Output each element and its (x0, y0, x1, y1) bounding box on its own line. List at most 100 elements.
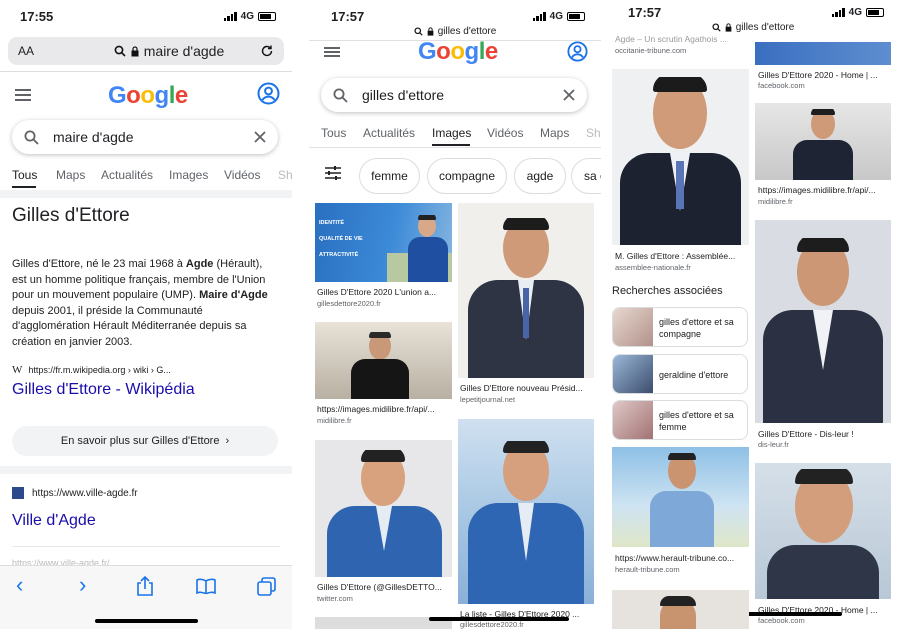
safari-toolbar: ‹ › (0, 565, 292, 629)
image-caption: https://images.midilibre.fr/api/... (758, 185, 876, 195)
result-url: https://www.ville-agde.fr (12, 487, 138, 499)
network-label: 4G (848, 6, 862, 18)
reload-icon[interactable] (260, 44, 274, 58)
address-bar[interactable]: AA maire d'agde (8, 37, 284, 65)
home-indicator (429, 617, 569, 621)
image-source: occitanie-tribune.com (615, 46, 687, 55)
learn-more-button[interactable]: En savoir plus sur Gilles d'Ettore › (12, 426, 278, 456)
url-text: gilles d'ettore (735, 22, 795, 33)
battery-icon (567, 11, 585, 21)
tab-shopping[interactable]: Sh (586, 126, 601, 140)
lock-icon (427, 27, 434, 36)
chip-compagne[interactable]: compagne (427, 158, 507, 194)
menu-icon[interactable] (324, 47, 340, 57)
image-source: midilibre.fr (317, 416, 352, 425)
menu-icon[interactable] (15, 89, 31, 101)
account-icon[interactable] (257, 82, 280, 105)
wikipedia-link[interactable]: Gilles d'Ettore - Wikipédia (12, 381, 195, 399)
signal-icon (532, 11, 546, 21)
tab-videos[interactable]: Vidéos (487, 126, 540, 140)
image-result[interactable] (315, 322, 452, 399)
back-icon[interactable]: ‹ (16, 572, 23, 598)
compact-url-bar[interactable]: gilles d'ettore (606, 22, 900, 33)
clear-icon[interactable] (254, 131, 266, 143)
chip-femme[interactable]: femme (359, 158, 420, 194)
search-icon (24, 130, 39, 145)
active-tab-indicator (12, 186, 36, 188)
person-photo (650, 453, 714, 547)
google-logo: Google (418, 41, 498, 65)
image-source: midilibre.fr (758, 197, 793, 206)
search-box[interactable]: maire d'agde (12, 120, 278, 154)
status-time: 17:57 (628, 4, 662, 20)
tab-tous[interactable]: Tous (321, 126, 363, 140)
filter-icon[interactable] (325, 166, 341, 180)
tab-maps[interactable]: Maps (56, 168, 101, 182)
tab-shopping[interactable]: Sh (278, 168, 292, 182)
wikipedia-url: W https://fr.m.wikipedia.org › wiki › G.… (12, 364, 171, 376)
search-tabs: Tous Maps Actualités Images Vidéos Sh (12, 168, 292, 182)
chip-partial[interactable]: sa c (571, 158, 601, 194)
image-source: dis-leur.fr (758, 440, 789, 449)
lock-icon (725, 23, 732, 32)
related-search-item[interactable]: gilles d'ettore et sa femme (612, 400, 748, 440)
image-result[interactable] (755, 42, 891, 65)
account-icon[interactable] (567, 41, 588, 62)
tab-images[interactable]: Images (169, 168, 224, 182)
compact-url-bar[interactable]: gilles d'ettore (309, 26, 601, 37)
related-thumbnail (613, 355, 653, 393)
google-logo: Google (108, 82, 188, 109)
image-caption: Gilles D'Ettore 2020 L'union a... (317, 287, 437, 297)
related-search-item[interactable]: geraldine d'ettore (612, 354, 748, 394)
banner-text: IDENTITÉ QUALITÉ DE VIE ATTRACTIVITÉ (319, 220, 363, 258)
search-icon (712, 23, 721, 32)
home-indicator (95, 619, 198, 623)
image-result[interactable] (458, 419, 594, 604)
clear-icon[interactable] (563, 89, 575, 101)
signal-icon (831, 7, 845, 17)
image-result[interactable] (315, 440, 452, 577)
result-link[interactable]: Ville d'Agde (12, 512, 96, 530)
image-caption: https://www.herault-tribune.co... (615, 553, 735, 563)
tab-tous[interactable]: Tous (12, 168, 56, 182)
person-photo (793, 109, 853, 180)
image-source: herault-tribune.com (615, 565, 680, 574)
tab-images[interactable]: Images (432, 126, 487, 140)
image-source: lepetitjournal.net (460, 395, 516, 404)
image-result[interactable] (612, 447, 749, 547)
image-result[interactable] (755, 220, 891, 423)
search-icon (333, 88, 348, 103)
image-result[interactable] (612, 69, 749, 245)
bookmarks-icon[interactable] (196, 578, 216, 594)
status-bar: 17:55 4G (0, 0, 292, 32)
search-box[interactable]: gilles d'ettore (321, 78, 587, 112)
image-caption: M. Gilles d'Ettore : Assemblée... (615, 251, 736, 261)
tab-videos[interactable]: Vidéos (224, 168, 278, 182)
related-search-item[interactable]: gilles d'ettore et sa compagne (612, 307, 748, 347)
image-result[interactable] (755, 463, 891, 599)
lock-icon (131, 45, 139, 56)
person-photo (468, 441, 584, 604)
image-caption: Agde – Un scrutin Agathois ... (615, 36, 727, 44)
tab-actualites[interactable]: Actualités (363, 126, 432, 140)
image-caption: Gilles D'Ettore nouveau Présid... (460, 383, 583, 393)
image-result[interactable] (458, 203, 594, 378)
image-source: facebook.com (758, 81, 805, 90)
image-result[interactable] (755, 103, 891, 180)
share-icon[interactable] (136, 576, 154, 596)
forward-icon[interactable]: › (79, 572, 86, 598)
chip-agde[interactable]: agde (514, 158, 566, 194)
tab-actualites[interactable]: Actualités (101, 168, 169, 182)
search-icon (414, 27, 423, 36)
related-thumbnail (613, 401, 653, 439)
search-input[interactable]: gilles d'ettore (362, 87, 563, 103)
tab-maps[interactable]: Maps (540, 126, 586, 140)
image-result[interactable]: IDENTITÉ QUALITÉ DE VIE ATTRACTIVITÉ (315, 203, 452, 282)
address-text: maire d'agde (143, 43, 225, 59)
image-result[interactable] (612, 590, 749, 629)
reader-aa-button[interactable]: AA (18, 44, 78, 58)
image-source: gillesdettore2020.fr (460, 620, 524, 629)
tabs-icon[interactable] (257, 577, 276, 596)
image-caption: Gilles D'Ettore 2020 - Home | ... (758, 70, 878, 80)
search-input[interactable]: maire d'agde (53, 129, 254, 145)
